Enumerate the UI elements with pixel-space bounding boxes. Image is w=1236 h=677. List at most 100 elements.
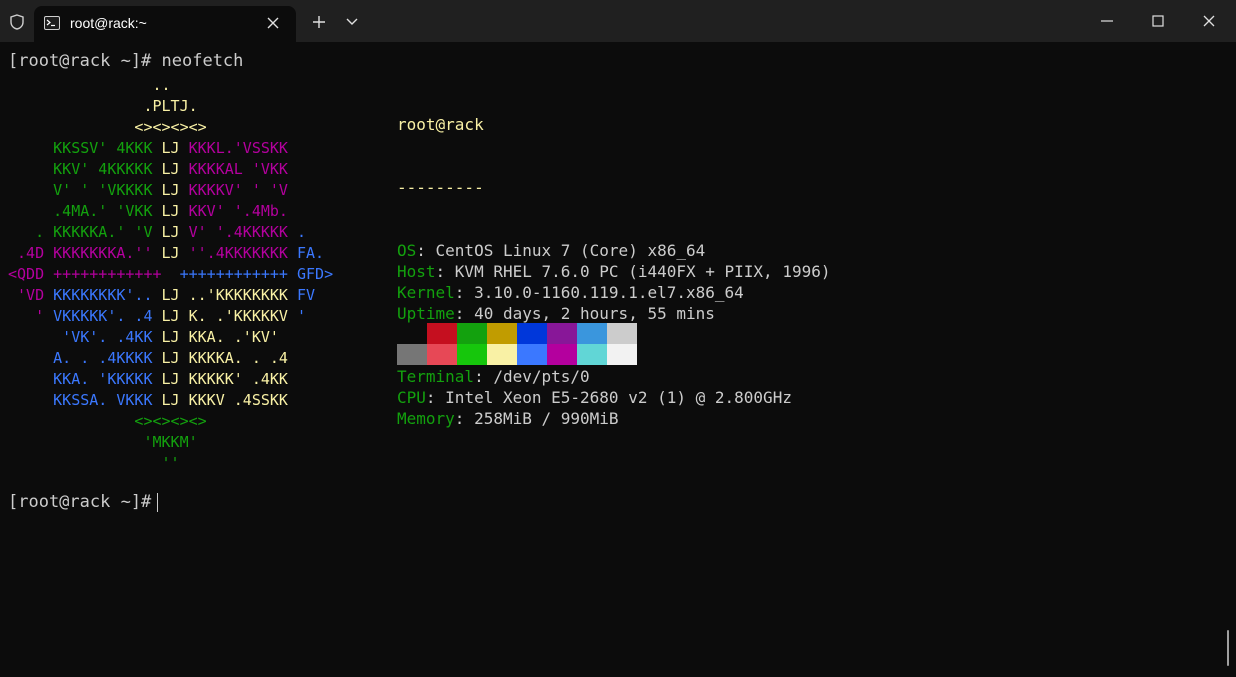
- logo-segment: .: [297, 223, 307, 241]
- info-key: Memory: [397, 409, 455, 428]
- chevron-down-icon[interactable]: [346, 18, 358, 26]
- logo-segment: V' ' 'VKKKK: [8, 181, 162, 199]
- logo-segment: KKA. .'KV': [179, 328, 279, 346]
- logo-segment: KKKKV' ' 'V: [179, 181, 288, 199]
- info-value: 40 days, 2 hours, 55 mins: [474, 304, 715, 323]
- user-host: root@rack: [397, 115, 484, 134]
- color-swatch: [427, 344, 457, 365]
- logo-segment: KKKKKKKK'..: [53, 286, 162, 304]
- color-swatch: [427, 323, 457, 344]
- distro-logo: .. .PLTJ. <><><><> KKSSV' 4KKK LJ KKKL.'…: [8, 75, 333, 474]
- logo-segment: KKKKK' .4KK: [179, 370, 288, 388]
- logo-line: KKV' 4KKKKK LJ KKKKAL 'VKK: [8, 159, 333, 180]
- logo-segment: .PLTJ.: [8, 97, 198, 115]
- logo-line: A. . .4KKKK LJ KKKKA. . .4: [8, 348, 333, 369]
- logo-line: <><><><>: [8, 411, 333, 432]
- logo-segment: KKSSA. VKKK: [8, 391, 162, 409]
- logo-segment: LJ: [161, 139, 180, 157]
- logo-segment: KKV' '.4Mb.: [179, 202, 288, 220]
- logo-segment: KKA. 'KKKKK: [8, 370, 162, 388]
- logo-segment: 'VD: [8, 286, 54, 304]
- color-swatch: [517, 344, 547, 365]
- logo-segment: LJ: [161, 370, 180, 388]
- logo-segment: LJ: [161, 223, 180, 241]
- info-row: Memory: 258MiB / 990MiB: [397, 408, 830, 429]
- logo-line: .PLTJ.: [8, 96, 333, 117]
- color-palette: [397, 323, 637, 365]
- logo-segment: . KKKKKA.' 'V: [8, 223, 162, 241]
- info-value: Intel Xeon E5-2680 v2 (1) @ 2.800GHz: [445, 388, 792, 407]
- info-key: Uptime: [397, 304, 455, 323]
- logo-segment: LJ: [161, 307, 180, 325]
- logo-segment: V' '.4KKKKK: [179, 223, 297, 241]
- logo-segment: ': [8, 307, 54, 325]
- logo-line: ..: [8, 75, 333, 96]
- logo-segment: ': [297, 307, 307, 325]
- info-row: Kernel: 3.10.0-1160.119.1.el7.x86_64: [397, 282, 830, 303]
- logo-segment: LJ: [161, 244, 180, 262]
- info-value: 258MiB / 990MiB: [474, 409, 619, 428]
- logo-line: ' VKKKKK'. .4 LJ K. .'KKKKKV ': [8, 306, 333, 327]
- color-swatch: [517, 323, 547, 344]
- info-value: KVM RHEL 7.6.0 PC (i440FX + PIIX, 1996): [454, 262, 831, 281]
- info-row: OS: CentOS Linux 7 (Core) x86_64: [397, 240, 830, 261]
- info-row: Uptime: 40 days, 2 hours, 55 mins: [397, 303, 830, 324]
- info-value: 3.10.0-1160.119.1.el7.x86_64: [474, 283, 744, 302]
- color-swatch: [397, 344, 427, 365]
- logo-segment: <><><><>: [8, 118, 207, 136]
- scrollbar-thumb[interactable]: [1227, 630, 1229, 666]
- logo-segment: KKV' 4KKKKK: [8, 160, 162, 178]
- info-key: OS: [397, 241, 417, 260]
- logo-segment: KKSSV' 4KKK: [8, 139, 162, 157]
- logo-segment: KKKL.'VSSKK: [179, 139, 288, 157]
- close-tab-icon[interactable]: [266, 16, 280, 30]
- color-swatch: [457, 323, 487, 344]
- minimize-icon[interactable]: [1100, 14, 1114, 28]
- info-colon: :: [416, 241, 436, 260]
- info-key: Kernel: [397, 283, 455, 302]
- title-bar: root@rack:~: [0, 0, 1236, 42]
- info-colon: :: [435, 262, 455, 281]
- info-colon: :: [425, 388, 446, 407]
- logo-segment: ..'KKKKKKKK: [179, 286, 297, 304]
- color-swatch: [547, 344, 577, 365]
- logo-segment: LJ: [161, 391, 180, 409]
- info-colon: :: [454, 409, 475, 428]
- maximize-icon[interactable]: [1151, 14, 1165, 28]
- color-swatch: [577, 323, 607, 344]
- logo-segment: <><><><>: [8, 412, 207, 430]
- tab-title: root@rack:~: [70, 15, 147, 31]
- logo-segment: 'MKKM': [8, 433, 198, 451]
- logo-line: <QDD ++++++++++++ ++++++++++++ GFD>: [8, 264, 333, 285]
- info-value: CentOS Linux 7 (Core) x86_64: [435, 241, 706, 260]
- color-swatch: [547, 323, 577, 344]
- separator: ---------: [397, 178, 484, 197]
- logo-line: KKA. 'KKKKK LJ KKKKK' .4KK: [8, 369, 333, 390]
- logo-segment: LJ: [161, 286, 180, 304]
- command-line: [root@rack ~]# neofetch: [8, 51, 244, 71]
- logo-line: .4MA.' 'VKK LJ KKV' '.4Mb.: [8, 201, 333, 222]
- logo-segment: LJ: [161, 181, 180, 199]
- logo-segment: <QDD ++++++++++++: [8, 265, 171, 283]
- logo-line: 'VD KKKKKKKK'.. LJ ..'KKKKKKKK FV: [8, 285, 333, 306]
- tab-active[interactable]: root@rack:~: [34, 6, 296, 42]
- text-cursor: [157, 493, 158, 512]
- logo-segment: ++++++++++++ GFD>: [170, 265, 334, 283]
- logo-line: .4D KKKKKKKA.'' LJ ''.4KKKKKKK FA.: [8, 243, 333, 264]
- logo-segment: FV: [297, 286, 316, 304]
- logo-segment: .4MA.' 'VKK: [8, 202, 162, 220]
- logo-line: V' ' 'VKKKK LJ KKKKV' ' 'V: [8, 180, 333, 201]
- logo-line: . KKKKKA.' 'V LJ V' '.4KKKKK .: [8, 222, 333, 243]
- logo-segment: 'VK'. .4KK: [8, 328, 162, 346]
- info-value: /dev/pts/0: [493, 367, 590, 386]
- terminal-icon: [44, 16, 60, 30]
- info-key: Terminal: [397, 367, 475, 386]
- color-swatch: [397, 323, 427, 344]
- new-tab-icon[interactable]: [311, 14, 327, 30]
- info-colon: :: [454, 283, 475, 302]
- logo-line: KKSSA. VKKK LJ KKKV .4SSKK: [8, 390, 333, 411]
- color-swatch: [457, 344, 487, 365]
- info-colon: :: [474, 367, 494, 386]
- shield-icon[interactable]: [9, 14, 25, 30]
- close-window-icon[interactable]: [1202, 14, 1216, 28]
